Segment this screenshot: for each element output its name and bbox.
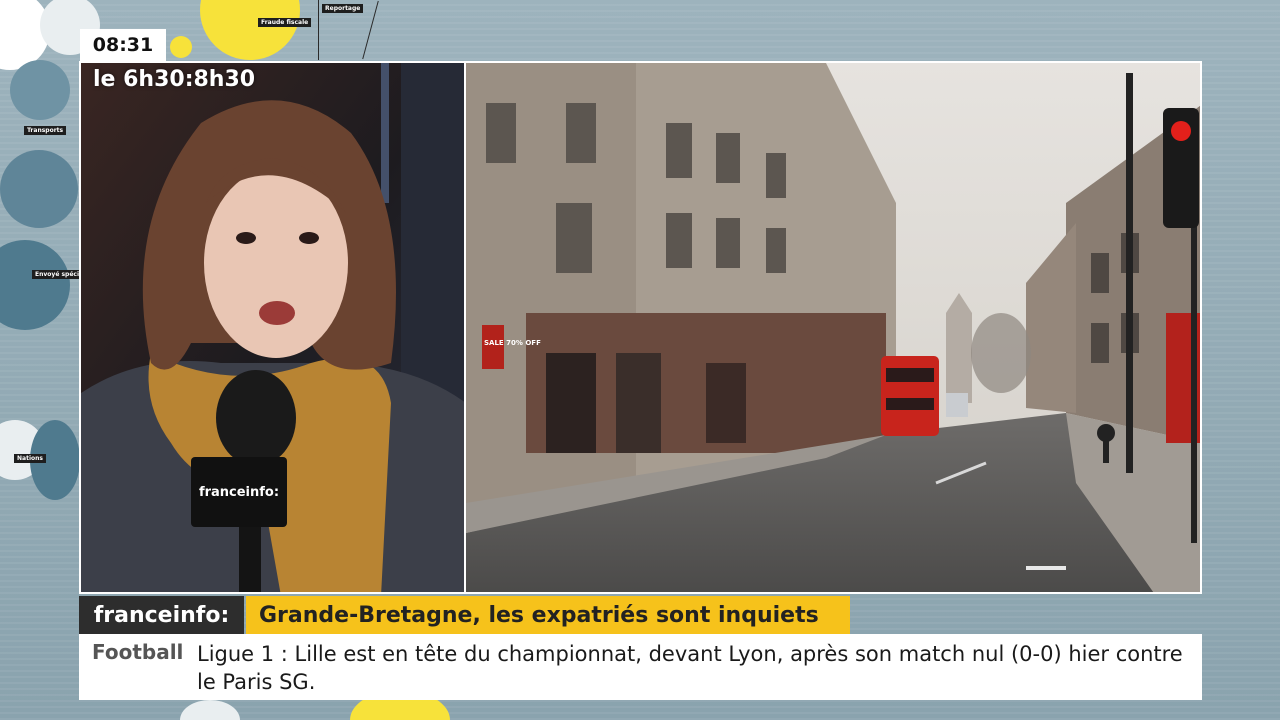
background-bubble <box>170 36 192 58</box>
reporter-video-panel: le 6h30:8h30 franceinfo: <box>79 61 464 594</box>
street-video-panel: SALE 70% OFF <box>464 61 1202 594</box>
background-tag: Nations <box>14 454 46 463</box>
ticker-category: Football <box>92 640 184 664</box>
news-ticker: Football Ligue 1 : Lille est en tête du … <box>79 634 1202 700</box>
background-tag: Transports <box>24 126 67 135</box>
background-tag: Fraude fiscale <box>258 18 312 27</box>
shop-sale-sign: SALE 70% OFF <box>484 339 541 347</box>
background-line <box>318 0 319 60</box>
background-bubble <box>10 60 70 120</box>
background-line <box>362 0 379 60</box>
background-bubble <box>200 0 300 60</box>
headline-banner: Grande-Bretagne, les expatriés sont inqu… <box>246 596 850 634</box>
background-bubble <box>0 240 70 330</box>
channel-brand: franceinfo: <box>79 596 244 634</box>
background-bubble <box>180 700 240 720</box>
show-time-slot: le 6h30:8h30 <box>93 67 256 92</box>
background-bubble <box>0 150 78 228</box>
ticker-text: Ligue 1 : Lille est en tête du championn… <box>197 642 1183 694</box>
background-tag: Reportage <box>322 4 364 13</box>
london-street-image: SALE 70% OFF <box>466 63 1200 592</box>
microphone-logo: franceinfo: <box>191 457 287 527</box>
clock-badge: 08:31 <box>80 29 166 61</box>
